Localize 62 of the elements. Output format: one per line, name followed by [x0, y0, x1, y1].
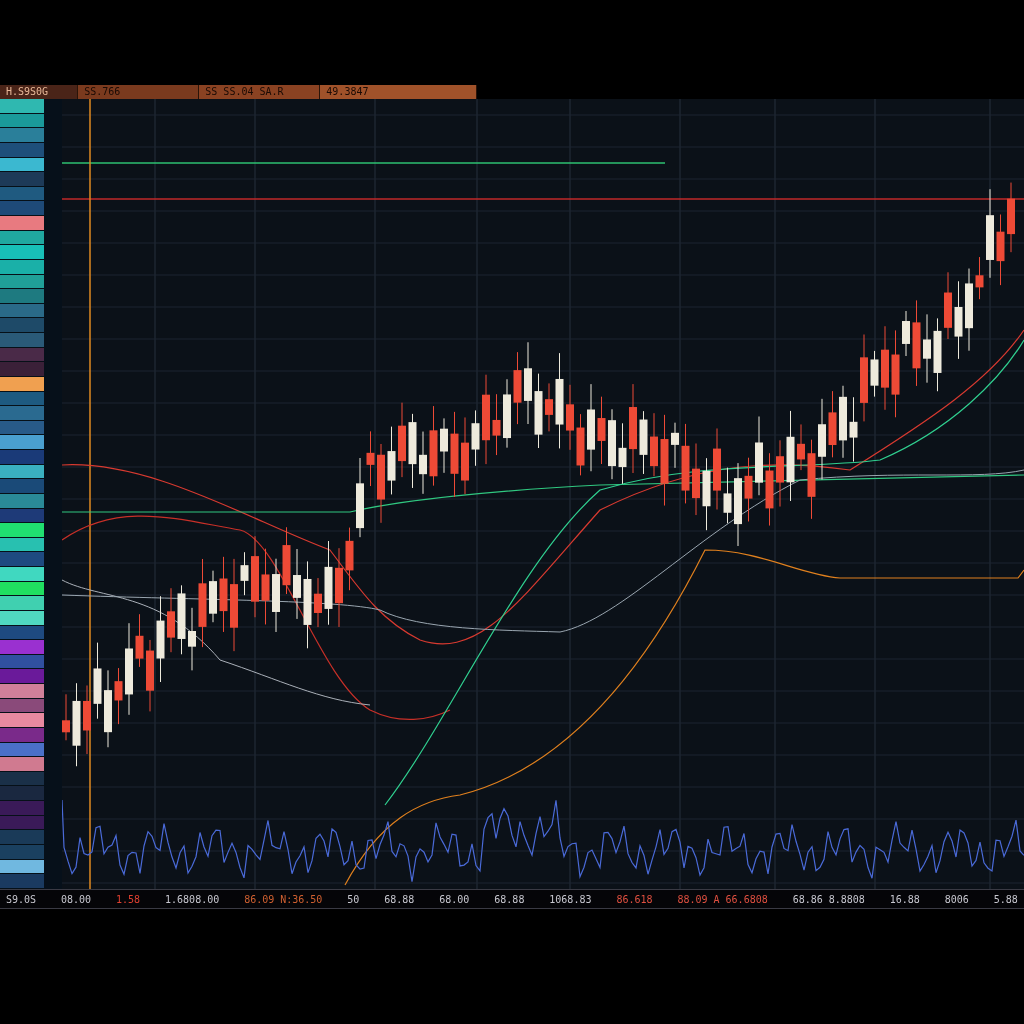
- footer-value: 1.6808.00: [165, 893, 220, 905]
- footer-value: 8006: [944, 893, 969, 905]
- footer-value: 86.618: [616, 893, 653, 905]
- candlestick: [293, 548, 301, 620]
- header-cell: H.S9S0G: [0, 85, 79, 99]
- candlestick: [492, 393, 501, 456]
- candlestick: [1007, 182, 1015, 253]
- candlestick: [440, 417, 448, 474]
- candlestick: [671, 422, 679, 469]
- candlestick: [650, 412, 658, 477]
- candlestick: [902, 310, 910, 357]
- footer-value: 68.00: [439, 893, 470, 905]
- candlestick: [996, 214, 1005, 286]
- footer-value: 68.88: [384, 893, 415, 905]
- header-cell: SS.766: [78, 85, 200, 99]
- candlestick: [135, 613, 144, 668]
- candlestick: [177, 584, 186, 655]
- candlestick: [566, 384, 574, 451]
- candlestick: [797, 423, 805, 471]
- candlestick: [870, 350, 879, 398]
- footer-value: 88.09 A 66.6808: [677, 893, 768, 905]
- candlestick: [776, 439, 784, 508]
- candlestick: [167, 587, 175, 653]
- candlestick: [114, 667, 123, 725]
- footer-value: 68.88: [494, 893, 525, 905]
- candlestick: [723, 467, 732, 524]
- candlestick: [744, 457, 753, 522]
- candlestick: [828, 390, 837, 458]
- candlestick: [471, 409, 480, 467]
- candlestick: [503, 378, 511, 449]
- footer-value: 68.86 8.8808: [792, 893, 865, 905]
- footer-value: 50: [347, 893, 360, 905]
- candlestick: [597, 396, 606, 465]
- footer-value: 16.88: [889, 893, 920, 905]
- candlestick: [209, 570, 217, 623]
- candlestick: [188, 607, 196, 671]
- candlestick: [240, 551, 249, 596]
- candlestick: [975, 256, 984, 300]
- footer-value: 1068.83: [549, 893, 592, 905]
- candlestick: [282, 526, 291, 595]
- candlestick: [576, 413, 585, 476]
- candlestick: [618, 422, 627, 485]
- candlestick: [366, 430, 375, 487]
- candlestick: [83, 684, 91, 755]
- candlestick: [608, 408, 616, 480]
- candlestick: [923, 313, 931, 384]
- candlestick: [849, 396, 858, 463]
- candlestick: [944, 271, 952, 340]
- footer-value: 86.09 N:36.50: [244, 893, 323, 905]
- footer-value: S9.0S: [6, 893, 37, 905]
- footer-value: 1.58: [116, 893, 141, 905]
- candlestick: [639, 410, 648, 475]
- candlestick: [345, 527, 354, 591]
- header-cell: 49.3847: [320, 85, 477, 99]
- footer-value: 08.00: [61, 893, 92, 905]
- footer-value: 5.88: [993, 893, 1018, 905]
- candlestick: [419, 431, 427, 495]
- candlestick: [314, 577, 322, 628]
- candlestick: [387, 426, 396, 495]
- candlestick: [545, 382, 553, 432]
- header-cell: SS SS.04 SA.R: [199, 85, 321, 99]
- candlestick: [62, 693, 70, 741]
